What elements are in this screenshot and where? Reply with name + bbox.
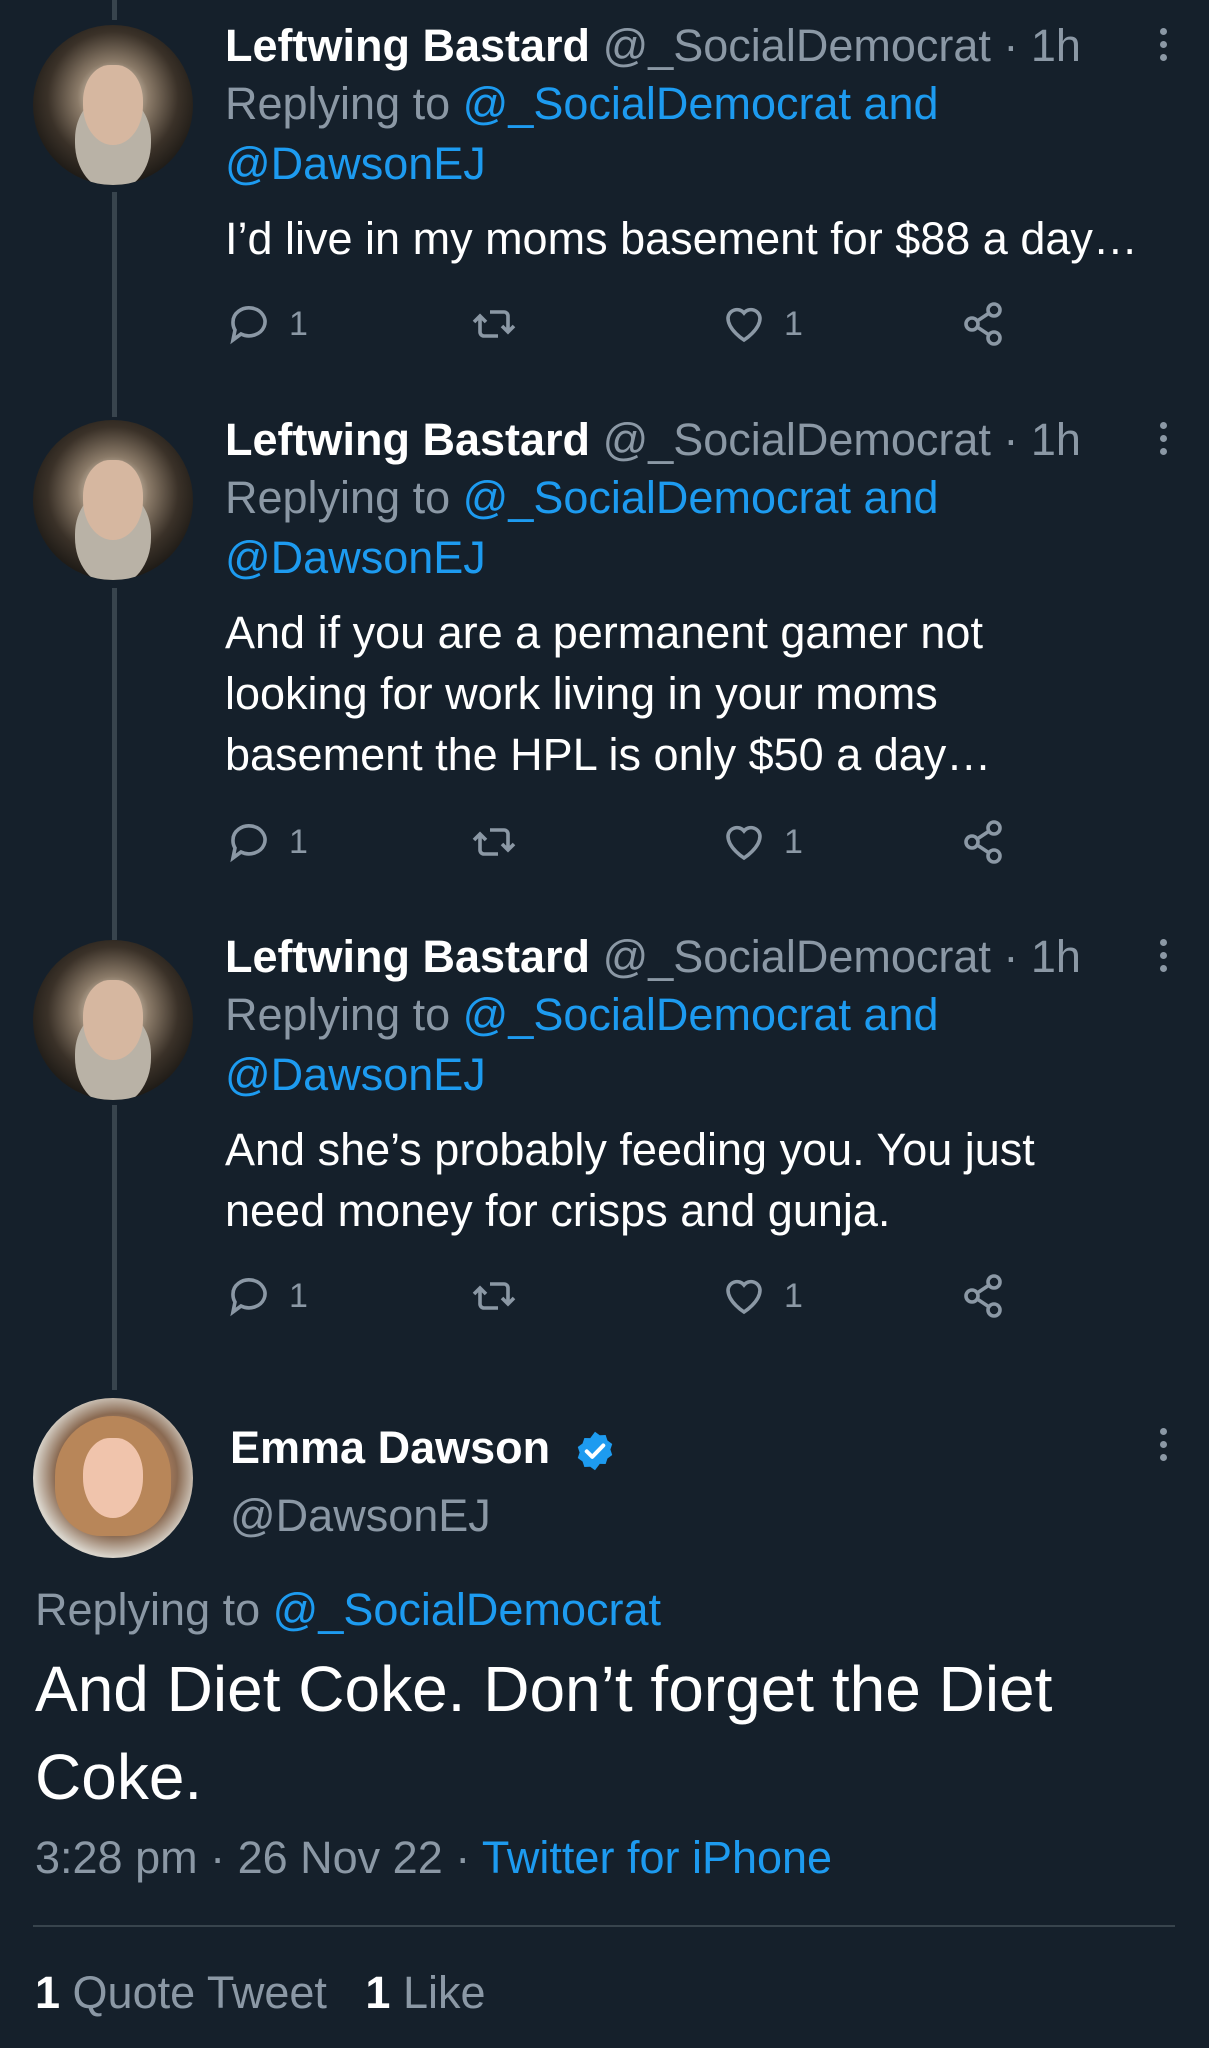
replying-to: Replying to @_SocialDemocrat <box>35 1584 661 1635</box>
tweet-time: · 1h <box>1003 20 1081 71</box>
reply-tweet[interactable]: Leftwing Bastard @_SocialDemocrat · 1h R… <box>0 400 1209 915</box>
engagement-stats: 1 Quote Tweet 1 Like <box>35 1965 486 2021</box>
verified-icon <box>577 1431 612 1471</box>
more-icon[interactable] <box>1157 422 1169 455</box>
share-button[interactable] <box>960 818 1008 866</box>
more-icon[interactable] <box>1157 1428 1169 1461</box>
avatar[interactable] <box>33 1398 193 1558</box>
author-name[interactable]: Leftwing Bastard <box>225 20 590 71</box>
retweet-icon <box>472 1282 516 1310</box>
mention-link[interactable]: @_SocialDemocrat and <box>463 78 939 129</box>
reply-icon <box>230 1278 267 1317</box>
author-name[interactable]: Leftwing Bastard <box>225 414 590 465</box>
reply-button[interactable]: 1 <box>225 818 308 866</box>
tweet-time: · 1h <box>1003 414 1081 465</box>
more-icon[interactable] <box>1157 28 1169 61</box>
retweet-icon <box>472 310 516 338</box>
share-icon <box>964 820 1002 864</box>
retweet-button[interactable] <box>470 818 518 866</box>
replying-to: Replying to @_SocialDemocrat and @Dawson… <box>225 989 939 1100</box>
replying-to: Replying to @_SocialDemocrat and @Dawson… <box>225 472 939 583</box>
tweet-timestamp[interactable]: 3:28 pm · 26 Nov 22 · <box>35 1832 470 1883</box>
share-button[interactable] <box>960 1272 1008 1320</box>
like-icon <box>726 825 762 861</box>
mention-link[interactable]: @_SocialDemocrat <box>273 1584 661 1635</box>
reply-button[interactable]: 1 <box>225 1272 308 1320</box>
tweet-text: I’d live in my moms basement for $88 a d… <box>225 213 1138 264</box>
avatar[interactable] <box>33 420 193 580</box>
retweet-icon <box>472 828 516 856</box>
reply-icon <box>230 824 267 863</box>
share-icon <box>964 302 1002 346</box>
mention-link[interactable]: @_SocialDemocrat and <box>463 472 939 523</box>
replying-to: Replying to @_SocialDemocrat and @Dawson… <box>225 78 939 189</box>
retweet-button[interactable] <box>470 1272 518 1320</box>
tweet-time: · 1h <box>1003 931 1081 982</box>
retweet-button[interactable] <box>470 300 518 348</box>
like-icon <box>726 1279 762 1315</box>
reply-icon <box>230 306 267 345</box>
reply-button[interactable]: 1 <box>225 300 308 348</box>
tweet-actions: 1 1 <box>225 300 1025 360</box>
like-button[interactable]: 1 <box>720 1272 803 1320</box>
likes-link[interactable]: 1 Like <box>365 1967 485 2018</box>
more-icon[interactable] <box>1157 939 1169 972</box>
tweet-meta: 3:28 pm · 26 Nov 22 · Twitter for iPhone <box>35 1830 832 1886</box>
tweet-source[interactable]: Twitter for iPhone <box>482 1832 832 1883</box>
main-tweet: Emma Dawson @DawsonEJ Replying to @_Soci… <box>0 1390 1209 2048</box>
author-name[interactable]: Emma Dawson <box>230 1422 550 1473</box>
like-icon <box>726 307 762 343</box>
like-button[interactable]: 1 <box>720 818 803 866</box>
author-handle[interactable]: @_SocialDemocrat <box>603 414 991 465</box>
reply-tweet[interactable]: Leftwing Bastard @_SocialDemocrat · 1h R… <box>0 0 1209 400</box>
tweet-text: And if you are a permanent gamer not loo… <box>225 607 992 780</box>
tweet-actions: 1 1 <box>225 818 1025 878</box>
author-handle[interactable]: @_SocialDemocrat <box>603 20 991 71</box>
mention-link[interactable]: @DawsonEJ <box>225 532 486 583</box>
tweet-text: And Diet Coke. Don’t forget the Diet Cok… <box>35 1653 1053 1813</box>
author-handle[interactable]: @_SocialDemocrat <box>603 931 991 982</box>
mention-link[interactable]: @DawsonEJ <box>225 1049 486 1100</box>
tweet-actions: 1 1 <box>225 1272 1025 1332</box>
divider <box>33 1925 1175 1927</box>
like-button[interactable]: 1 <box>720 300 803 348</box>
avatar[interactable] <box>33 25 193 185</box>
tweet-text: And she’s probably feeding you. You just… <box>225 1124 1035 1236</box>
avatar[interactable] <box>33 940 193 1100</box>
mention-link[interactable]: @_SocialDemocrat and <box>463 989 939 1040</box>
share-icon <box>964 1274 1002 1318</box>
mention-link[interactable]: @DawsonEJ <box>225 138 486 189</box>
reply-tweet[interactable]: Leftwing Bastard @_SocialDemocrat · 1h R… <box>0 915 1209 1390</box>
share-button[interactable] <box>960 300 1008 348</box>
author-handle[interactable]: @DawsonEJ <box>230 1488 617 1544</box>
author-name[interactable]: Leftwing Bastard <box>225 931 590 982</box>
quote-tweets-link[interactable]: 1 Quote Tweet <box>35 1967 339 2018</box>
